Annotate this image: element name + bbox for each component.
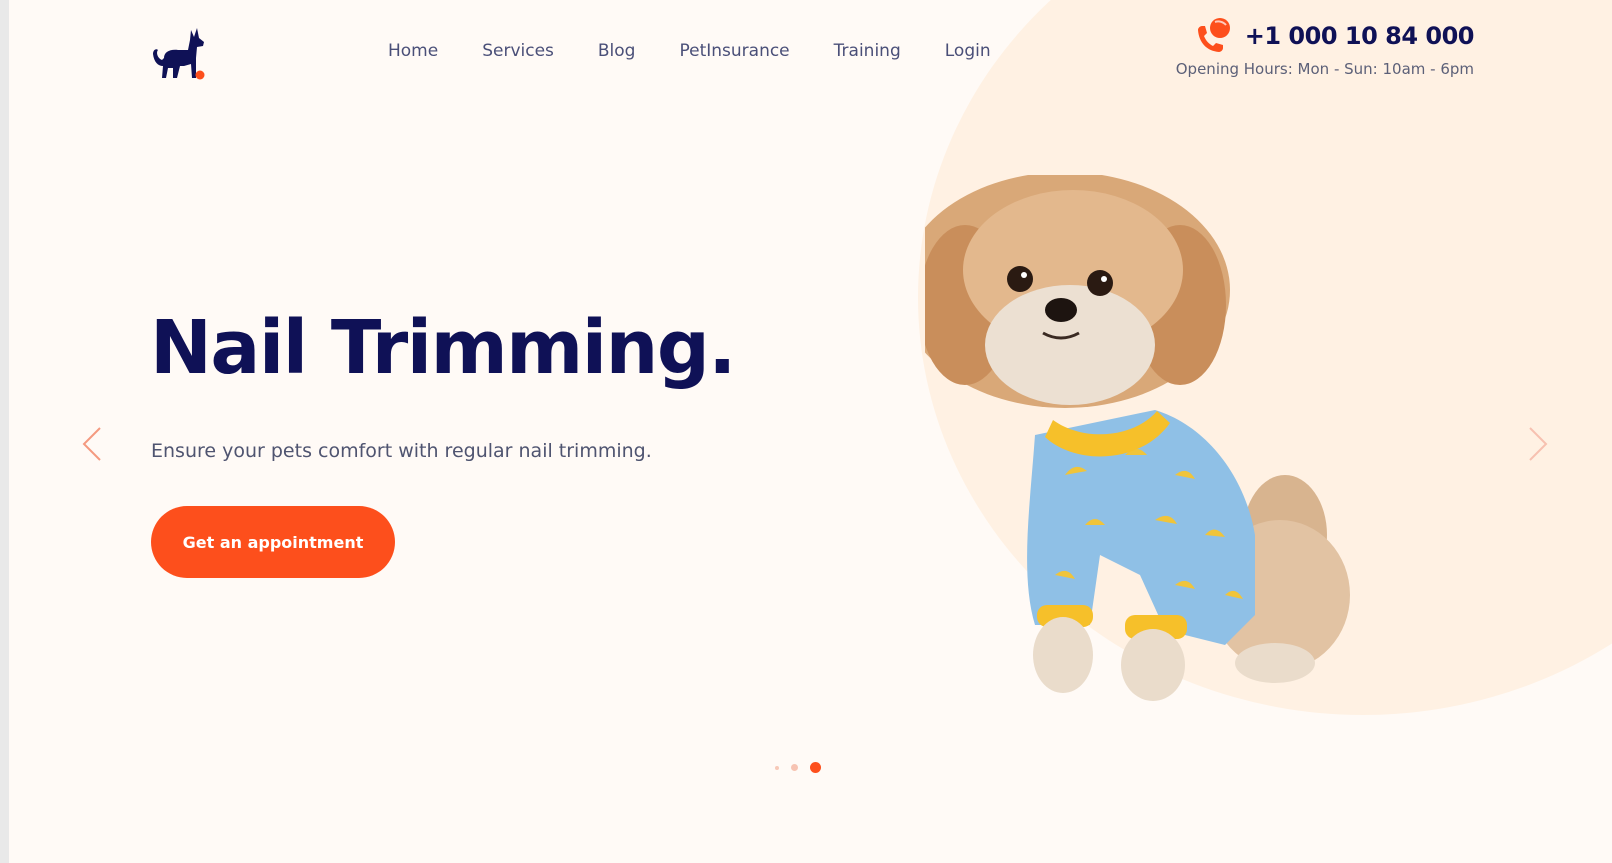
nav-login[interactable]: Login [945,41,991,61]
nav-services[interactable]: Services [482,41,554,61]
main-nav: Home Services Blog PetInsurance Training… [388,41,1035,61]
slider-dot-2[interactable] [791,764,798,771]
phone-number[interactable]: +1 000 10 84 000 [1245,22,1475,50]
contact-info: +1 000 10 84 000 Opening Hours: Mon - Su… [1175,16,1475,78]
nav-petinsurance[interactable]: PetInsurance [679,41,789,61]
chevron-left-icon[interactable] [80,424,104,464]
landing-page: Home Services Blog PetInsurance Training… [0,0,1612,863]
nav-blog[interactable]: Blog [598,41,636,61]
window-edge [0,0,9,863]
hero-dog-image [900,172,1375,715]
hero-subtitle: Ensure your pets comfort with regular na… [151,440,652,462]
phone-row: +1 000 10 84 000 [1176,16,1475,56]
phone-call-icon [1193,16,1233,56]
nav-home[interactable]: Home [388,41,438,61]
slider-dot-3-active[interactable] [810,762,821,773]
get-appointment-button[interactable]: Get an appointment [151,506,395,578]
hero-title: Nail Trimming. [150,305,736,391]
slider-dot-1[interactable] [775,765,779,770]
chevron-right-icon[interactable] [1526,424,1550,464]
logo-icon[interactable] [150,24,212,84]
slider-dots [775,762,821,773]
opening-hours: Opening Hours: Mon - Sun: 10am - 6pm [1175,60,1474,78]
nav-training[interactable]: Training [834,41,901,61]
